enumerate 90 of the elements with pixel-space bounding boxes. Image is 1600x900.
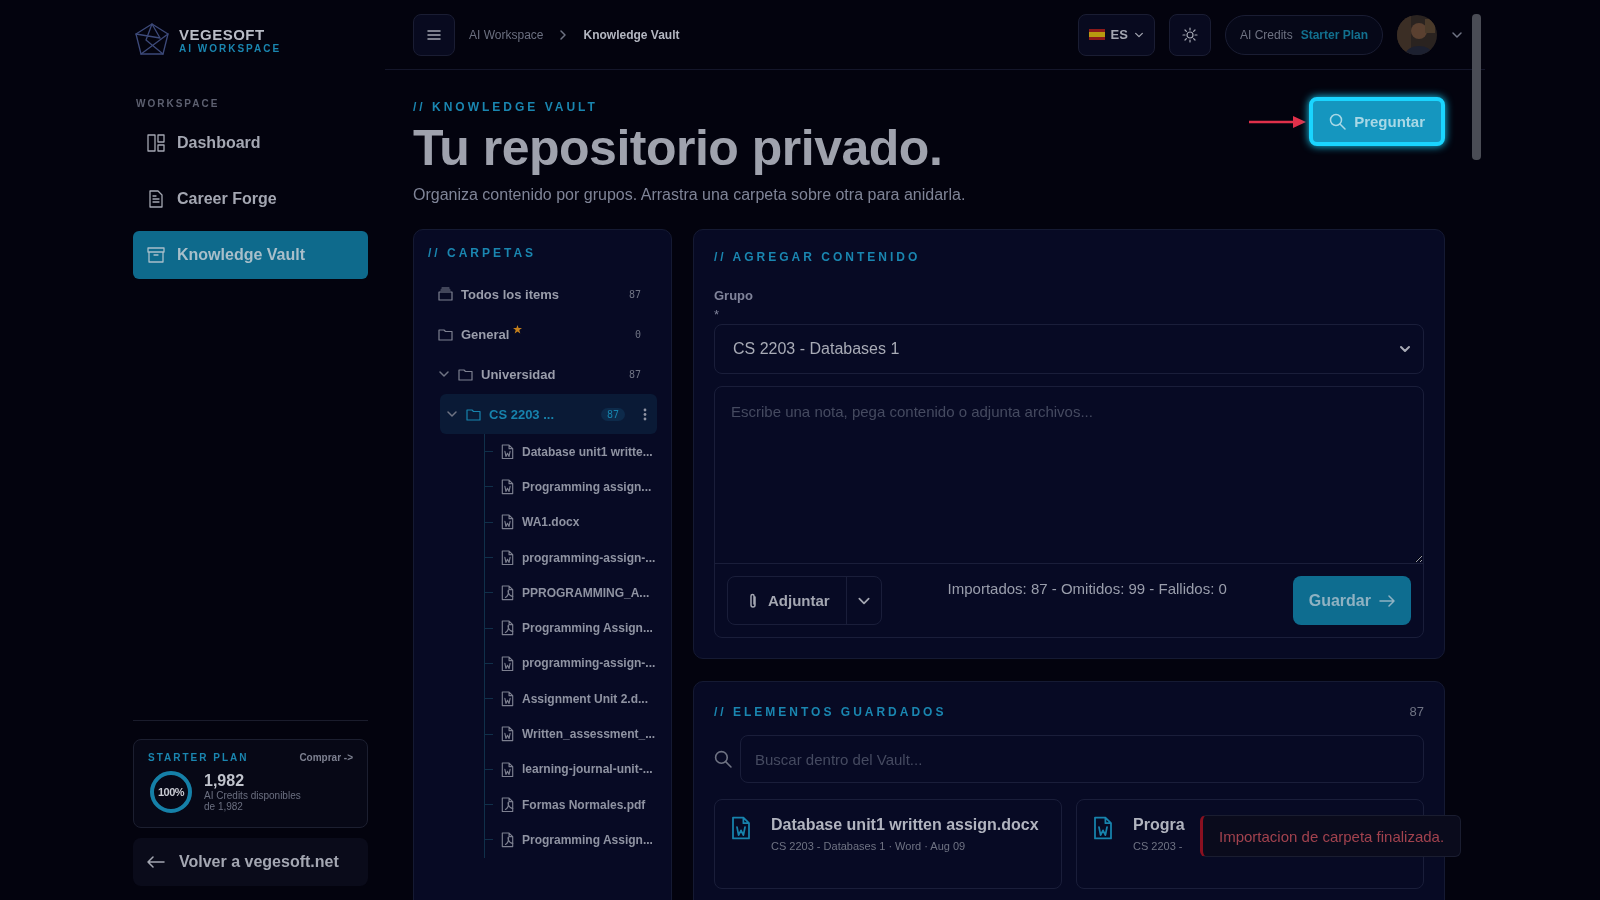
back-link[interactable]: Volver a vegesoft.net bbox=[133, 838, 368, 886]
folder-item[interactable]: CS 2203 ... 87 bbox=[440, 394, 657, 434]
panel-title: // AGREGAR CONTENIDO bbox=[714, 250, 922, 264]
file-item[interactable]: programming-assign-... bbox=[485, 539, 657, 576]
file-card[interactable]: Database unit1 written assign.docx CS 2203 - Databases 1 · Word · Aug 09 bbox=[714, 799, 1062, 889]
caret-icon bbox=[1399, 343, 1411, 355]
tray-stack-icon bbox=[438, 287, 453, 301]
file-meta: CS 2203 - bbox=[1133, 840, 1184, 852]
word-document-icon bbox=[501, 443, 514, 460]
credits-total: de 1,982 bbox=[204, 801, 244, 812]
file-title: Progra bbox=[1133, 816, 1185, 834]
page-title: Tu repositorio privado. bbox=[413, 119, 944, 178]
word-document-icon bbox=[731, 816, 751, 840]
file-item[interactable]: Database unit1 writte... bbox=[485, 434, 657, 470]
percent-label: 100% bbox=[156, 785, 186, 800]
folder-item[interactable]: General 0 bbox=[428, 314, 657, 354]
word-document-icon bbox=[501, 726, 514, 742]
search-icon bbox=[714, 750, 732, 768]
arrow-right-icon bbox=[1379, 594, 1395, 607]
paperclip-icon bbox=[748, 592, 758, 609]
chevron-icon[interactable] bbox=[446, 408, 458, 420]
buy-link[interactable]: Comprar -> bbox=[299, 752, 353, 763]
note-editor[interactable]: Escribe una nota, pega contenido o adjunta archivos... Adjuntar Importados: 87 - Omitidos: 99 - Fallidos: 0 Guardar bbox=[714, 386, 1424, 638]
flag-icon bbox=[1088, 29, 1105, 40]
file-meta: CS 2203 - Databases 1 · Word · Aug 09 bbox=[771, 840, 967, 852]
panel-title: // ELEMENTOS GUARDADOS bbox=[714, 704, 947, 719]
brand-name: VEGESOFT bbox=[179, 26, 266, 43]
file-item[interactable]: Written_assessment_... bbox=[485, 716, 657, 752]
search-field[interactable]: Buscar dentro del Vault... bbox=[740, 735, 1424, 783]
folder-icon bbox=[458, 367, 473, 381]
breadcrumb-link[interactable]: AI Workspace bbox=[469, 27, 544, 42]
required-mark: * bbox=[714, 307, 721, 322]
dashboard-icon bbox=[147, 134, 165, 152]
pdf-document-icon bbox=[501, 796, 514, 813]
field-label: Grupo bbox=[714, 288, 754, 303]
toast-message: Importacion de carpeta finalizada. bbox=[1200, 815, 1462, 857]
import-status: Importados: 87 - Omitidos: 99 - Fallidos: 0 bbox=[946, 580, 1228, 597]
item-count: 87 bbox=[1409, 704, 1424, 719]
pdf-document-icon bbox=[501, 832, 514, 848]
search-icon bbox=[1329, 113, 1347, 130]
file-item[interactable]: learning-journal-unit-... bbox=[485, 751, 657, 787]
brand-subtitle: AI WORKSPACE bbox=[179, 43, 282, 54]
document-icon bbox=[147, 190, 165, 208]
file-item[interactable]: WA1.docx bbox=[485, 504, 657, 540]
pdf-document-icon bbox=[501, 620, 514, 636]
file-item[interactable]: Formas Normales.pdf bbox=[485, 786, 657, 823]
pdf-document-icon bbox=[501, 585, 514, 601]
plan-title: STARTER PLAN bbox=[148, 752, 249, 763]
word-document-icon bbox=[501, 690, 514, 707]
file-item[interactable]: Assignment Unit 2.d... bbox=[485, 681, 657, 717]
menu-icon bbox=[427, 28, 441, 41]
panel-title: // CARPETAS bbox=[428, 246, 538, 260]
file-title: Database unit1 written assign.docx bbox=[771, 816, 1039, 834]
word-document-icon bbox=[501, 549, 514, 566]
page-subtitle: Organiza contenido por grupos. Arrastra una carpeta sobre otra para anidarla. bbox=[413, 186, 966, 204]
word-document-icon bbox=[501, 514, 514, 531]
word-document-icon bbox=[501, 761, 514, 778]
note-field[interactable]: Escribe una nota, pega contenido o adjunta archivos... bbox=[715, 387, 1423, 563]
pointer-arrow bbox=[1249, 114, 1308, 129]
scrollbar[interactable] bbox=[1472, 14, 1481, 160]
arrow-left-icon bbox=[147, 856, 165, 868]
file-item[interactable]: PPROGRAMMING_A... bbox=[485, 575, 657, 611]
credits-amount: 1,982 bbox=[204, 772, 246, 790]
folder-icon bbox=[466, 407, 481, 421]
folder-item[interactable]: Universidad 87 bbox=[428, 354, 657, 394]
word-document-icon bbox=[1093, 816, 1113, 840]
archive-box-icon bbox=[147, 246, 165, 264]
breadcrumb-link[interactable]: Knowledge Vault bbox=[583, 27, 680, 42]
word-document-icon bbox=[501, 479, 514, 495]
page-eyebrow: // KNOWLEDGE VAULT bbox=[413, 100, 599, 114]
chevron-icon[interactable] bbox=[438, 368, 450, 380]
language-button[interactable]: ES bbox=[1077, 13, 1155, 56]
file-item[interactable]: programming-assign-... bbox=[485, 645, 657, 682]
nav-item[interactable]: Dashboard bbox=[133, 119, 368, 167]
logo-icon bbox=[133, 22, 171, 58]
word-document-icon bbox=[501, 655, 514, 672]
sun-icon bbox=[1181, 26, 1198, 43]
folder-icon bbox=[438, 327, 453, 341]
file-item[interactable]: Programming Assign... bbox=[485, 610, 657, 646]
folder-item[interactable]: Todos los items 87 bbox=[428, 274, 657, 314]
theme-toggle[interactable] bbox=[1168, 13, 1211, 56]
menu-button[interactable] bbox=[413, 13, 455, 56]
group-select[interactable]: CS 2203 - Databases 1 bbox=[714, 324, 1424, 374]
more-icon[interactable] bbox=[643, 407, 647, 421]
section-label: WORKSPACE bbox=[136, 98, 221, 109]
file-item[interactable]: Programming Assign... bbox=[485, 822, 657, 858]
file-item[interactable]: Programming assign... bbox=[485, 469, 657, 505]
credits-pill[interactable]: AI Credits Starter Plan bbox=[1224, 14, 1383, 55]
nav-item[interactable]: Career Forge bbox=[133, 175, 368, 223]
credits-description: AI Credits disponibles bbox=[204, 790, 301, 801]
